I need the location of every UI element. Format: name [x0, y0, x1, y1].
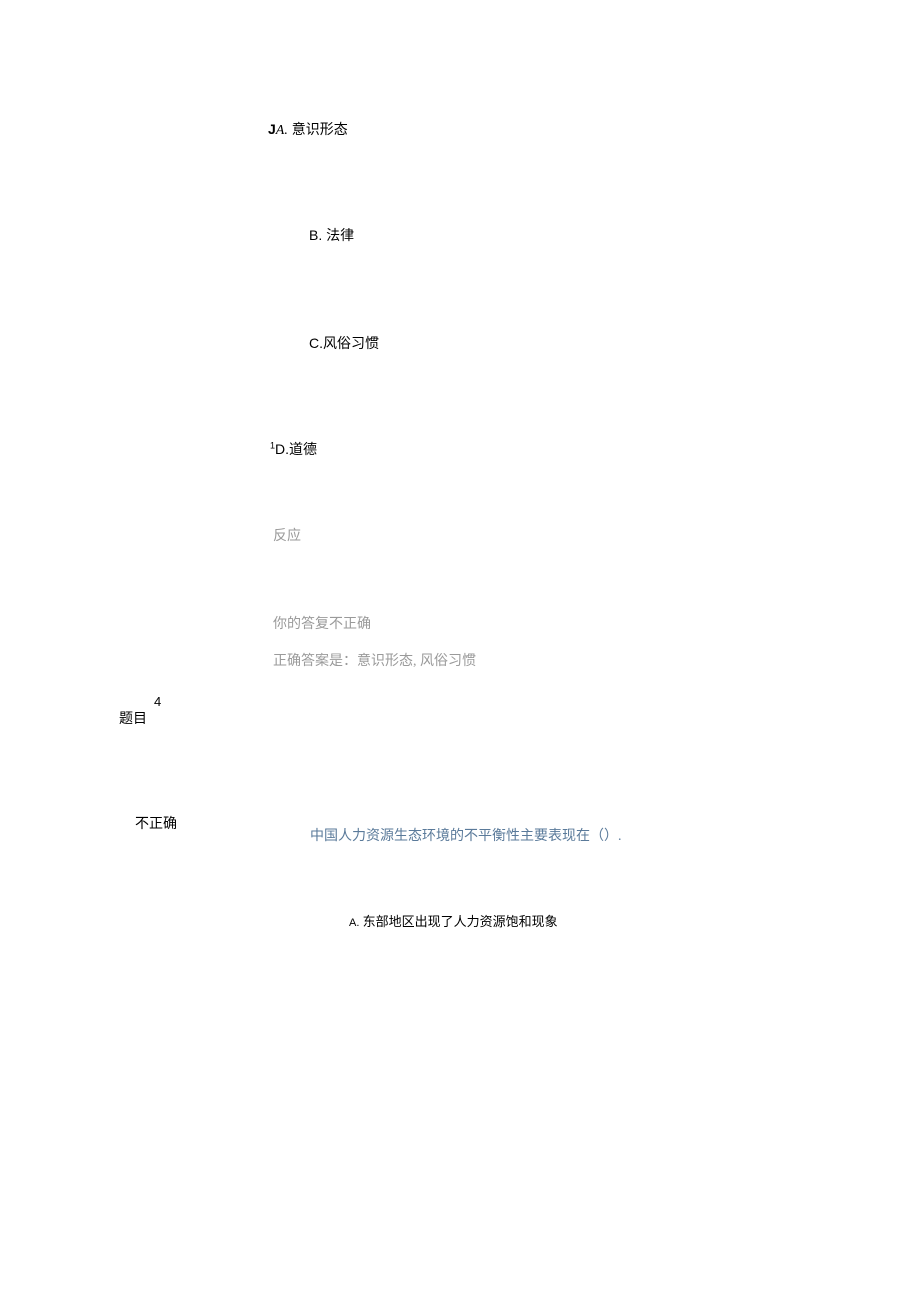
feedback-incorrect: 你的答复不正确 [273, 613, 371, 633]
option-a-text: 意识形态 [288, 121, 348, 137]
question-number: 4 [154, 694, 161, 709]
option-a-letter: A. [276, 123, 288, 138]
option-c[interactable]: C.风俗习惯 [309, 333, 379, 353]
option-d[interactable]: 1D.道德 [270, 439, 317, 459]
correct-answer: 正确答案是：意识形态, 风俗习惯 [273, 650, 476, 670]
question-label: 题目 [119, 708, 147, 728]
next-option-a[interactable]: A. 东部地区出现了人力资源饱和现象 [349, 911, 558, 930]
option-b-letter: B. [309, 227, 322, 243]
next-option-a-letter: A. [349, 917, 359, 929]
option-b-text: 法律 [322, 227, 354, 243]
feedback-label: 反应 [273, 525, 301, 545]
option-c-text: 风俗习惯 [323, 335, 379, 351]
option-b[interactable]: B. 法律 [309, 225, 354, 245]
option-c-letter: C. [309, 335, 323, 351]
question-text: 中国人力资源生态环境的不平衡性主要表现在（）. [310, 825, 622, 845]
option-a[interactable]: JA. 意识形态 [268, 119, 348, 139]
option-a-prefix: J [268, 121, 276, 137]
option-d-text: 道德 [289, 443, 317, 458]
status-incorrect: 不正确 [135, 813, 177, 833]
next-option-a-text: 东部地区出现了人力资源饱和现象 [359, 914, 557, 929]
option-d-letter: D. [275, 441, 289, 457]
